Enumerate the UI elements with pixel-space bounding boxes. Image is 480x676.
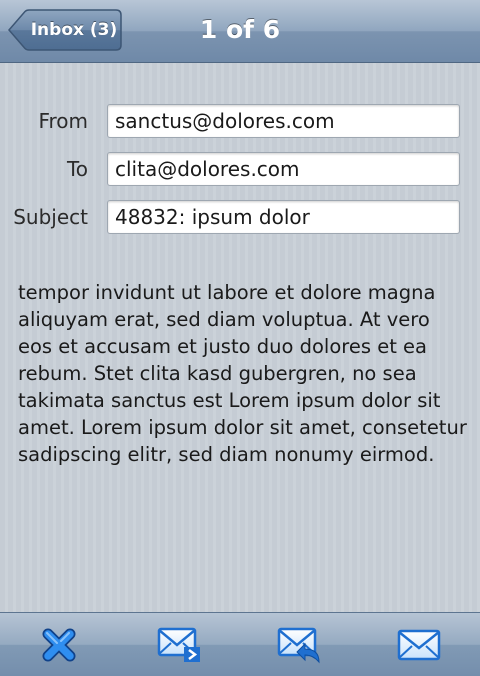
- message-position-title: 1 of 6: [199, 15, 281, 44]
- subject-row: Subject 48832: ipsum dolor: [0, 200, 480, 234]
- forward-button[interactable]: [149, 613, 209, 676]
- subject-field[interactable]: 48832: ipsum dolor: [107, 200, 460, 234]
- message-body: tempor invidunt ut labore et dolore magn…: [18, 281, 467, 466]
- delete-button[interactable]: [29, 613, 89, 676]
- delete-icon: [42, 628, 76, 661]
- inbox-back-label: Inbox (3): [30, 20, 118, 40]
- compose-icon: [397, 629, 441, 660]
- bottom-toolbar: [0, 612, 480, 676]
- from-field[interactable]: sanctus@dolores.com: [107, 104, 460, 138]
- from-label: From: [38, 109, 88, 133]
- from-row: From sanctus@dolores.com: [0, 104, 480, 138]
- reply-icon: [277, 627, 320, 663]
- to-field[interactable]: clita@dolores.com: [107, 152, 460, 186]
- compose-button[interactable]: [389, 613, 449, 676]
- subject-label: Subject: [13, 205, 88, 229]
- to-label: To: [66, 157, 88, 181]
- to-row: To clita@dolores.com: [0, 152, 480, 186]
- inbox-back-button[interactable]: Inbox (3): [8, 9, 122, 51]
- forward-icon: [157, 627, 200, 662]
- reply-button[interactable]: [269, 613, 329, 676]
- navigation-bar: Inbox (3) 1 of 6: [0, 0, 480, 63]
